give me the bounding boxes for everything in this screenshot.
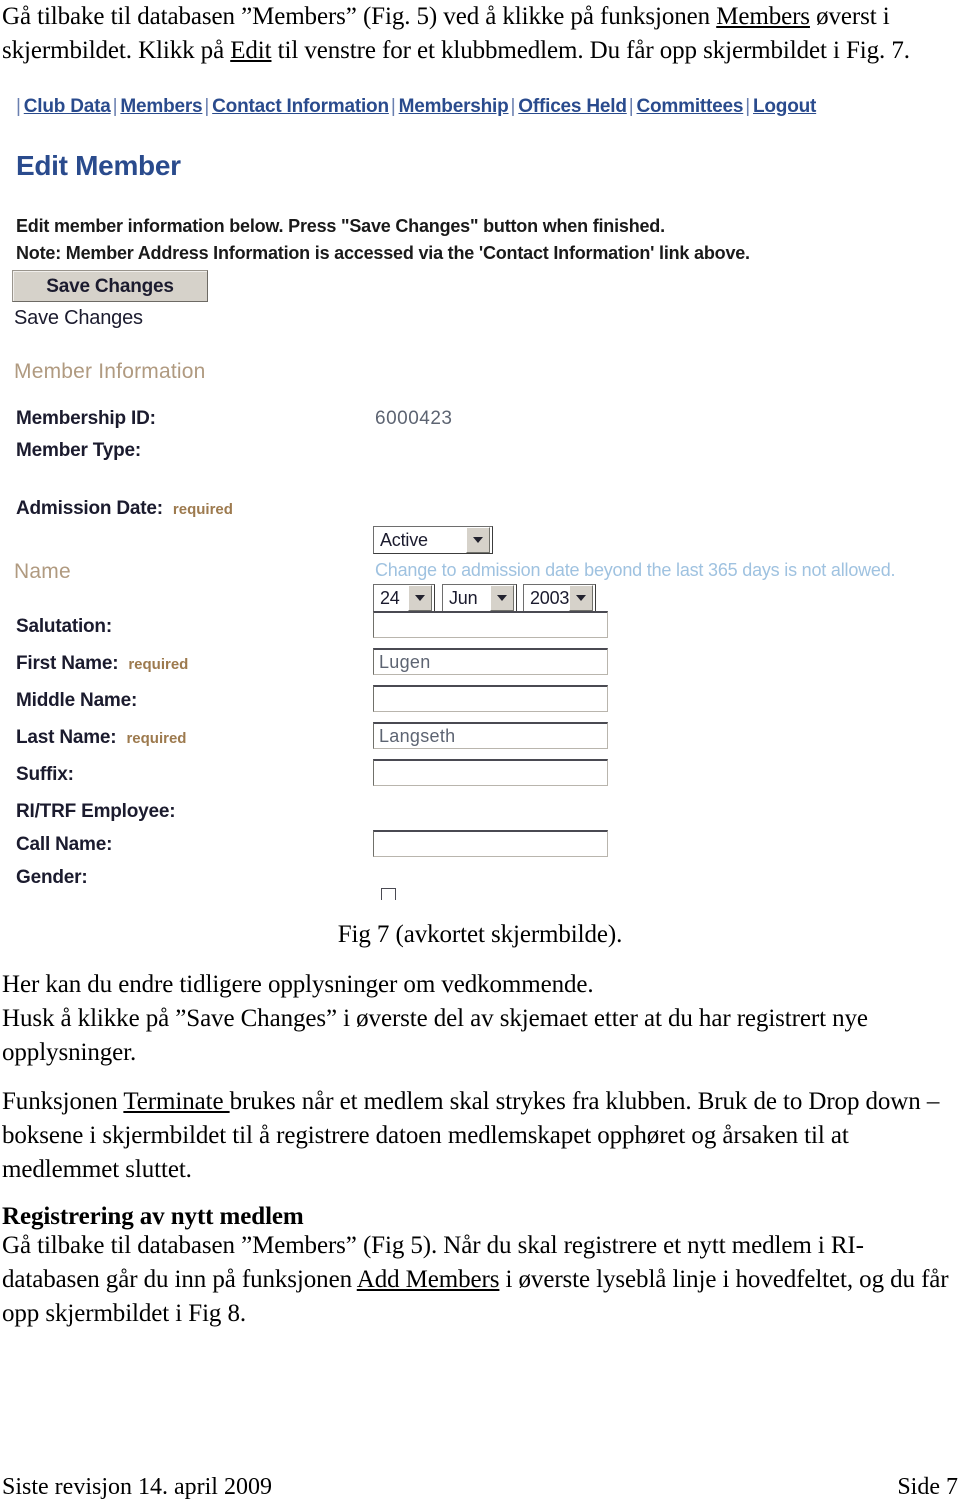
membership-id-label: Membership ID: bbox=[16, 408, 156, 429]
nav-link-club-data[interactable]: Club Data bbox=[24, 96, 111, 117]
middle-name-input[interactable] bbox=[373, 685, 608, 712]
admission-day-select[interactable]: 24 bbox=[373, 584, 435, 612]
body-2-text-part-1: Funksjonen bbox=[2, 1088, 124, 1115]
figure-7-screenshot: | Club Data | Members | Contact Information | M… bbox=[0, 88, 930, 900]
section-heading-name: Name bbox=[14, 560, 71, 583]
nav-link-membership[interactable]: Membership bbox=[399, 96, 509, 117]
intro-text-part-1: Gå tilbake til databasen ”Members” (Fig.… bbox=[2, 3, 717, 30]
save-changes-caption: Save Changes bbox=[14, 307, 143, 329]
admission-month-value: Jun bbox=[449, 587, 478, 608]
chevron-down-icon bbox=[408, 585, 432, 611]
nav-separator: | bbox=[390, 96, 396, 117]
first-name-required-tag: required bbox=[128, 656, 189, 673]
intro-text-part-3: til venstre for et klubbmedlem. Du får o… bbox=[271, 37, 910, 64]
gender-label: Gender: bbox=[16, 867, 88, 888]
nav-separator: | bbox=[16, 96, 21, 117]
nav-separator: | bbox=[628, 96, 634, 117]
admission-year-select[interactable]: 2003 bbox=[523, 584, 596, 612]
last-name-label-text: Last Name: bbox=[16, 727, 117, 748]
salutation-label: Salutation: bbox=[16, 616, 112, 637]
chevron-down-icon bbox=[490, 585, 514, 611]
body-paragraph-3: Gå tilbake til databasen ”Members” (Fig … bbox=[2, 1229, 958, 1331]
instruction-line-1: Edit member information below. Press "Sa… bbox=[16, 216, 665, 236]
add-members-link[interactable]: Add Members bbox=[357, 1266, 500, 1293]
admission-year-value: 2003 bbox=[530, 587, 569, 608]
save-changes-button[interactable]: Save Changes bbox=[12, 270, 208, 302]
suffix-label: Suffix: bbox=[16, 764, 74, 785]
nav-link-members[interactable]: Members bbox=[120, 96, 202, 117]
chevron-down-icon bbox=[466, 527, 490, 553]
page-title: Edit Member bbox=[16, 150, 181, 181]
terminate-link[interactable]: Terminate bbox=[123, 1088, 229, 1115]
body-paragraph-1: Her kan du endre tidligere opplysninger … bbox=[2, 971, 868, 1066]
first-name-label: First Name: required bbox=[16, 653, 188, 675]
nav-link-logout[interactable]: Logout bbox=[753, 96, 816, 117]
admission-day-value: 24 bbox=[380, 587, 400, 608]
nav-link-contact-information[interactable]: Contact Information bbox=[212, 96, 389, 117]
nav-link-committees[interactable]: Committees bbox=[637, 96, 744, 117]
section-heading-member-information: Member Information bbox=[14, 360, 206, 383]
nav-separator: | bbox=[204, 96, 210, 117]
suffix-input[interactable] bbox=[373, 759, 608, 786]
middle-name-label: Middle Name: bbox=[16, 690, 138, 711]
member-type-value: Active bbox=[380, 529, 428, 550]
footer-revision: Siste revisjon 14. april 2009 bbox=[2, 1474, 272, 1500]
admission-date-label: Admission Date: required bbox=[16, 498, 233, 520]
membership-id-value: 6000423 bbox=[375, 408, 453, 429]
nav-separator: | bbox=[510, 96, 516, 117]
admission-month-select[interactable]: Jun bbox=[442, 584, 517, 612]
nav-link-offices-held[interactable]: Offices Held bbox=[518, 96, 627, 117]
salutation-input[interactable] bbox=[373, 611, 608, 638]
instruction-note-line: Note: Member Address Information is acce… bbox=[16, 243, 750, 263]
admission-date-warning: Change to admission date beyond the last… bbox=[375, 560, 896, 580]
call-name-input[interactable] bbox=[373, 830, 608, 857]
last-name-input[interactable] bbox=[373, 722, 608, 749]
call-name-label: Call Name: bbox=[16, 834, 113, 855]
figure-caption: Fig 7 (avkortet skjermbilde). bbox=[337, 921, 623, 948]
ri-trf-employee-checkbox[interactable] bbox=[381, 888, 396, 900]
edit-link[interactable]: Edit bbox=[230, 37, 271, 64]
document-page: Gå tilbake til databasen ”Members” (Fig.… bbox=[0, 0, 960, 1509]
admission-date-label-text: Admission Date: bbox=[16, 498, 163, 519]
member-type-label: Member Type: bbox=[16, 440, 141, 461]
screenshot-navbar: | Club Data | Members | Contact Information | M… bbox=[14, 96, 816, 118]
member-type-select[interactable]: Active bbox=[373, 526, 493, 554]
first-name-input[interactable] bbox=[373, 648, 608, 675]
footer-page-number: Side 7 bbox=[897, 1474, 958, 1500]
chevron-down-icon bbox=[569, 585, 593, 611]
body-paragraph-2: Funksjonen Terminate brukes når et medle… bbox=[2, 1085, 958, 1187]
members-link-1[interactable]: Members bbox=[716, 3, 810, 30]
admission-date-required-tag: required bbox=[172, 501, 233, 518]
nav-separator: | bbox=[112, 96, 118, 117]
ri-trf-employee-label: RI/TRF Employee: bbox=[16, 801, 176, 822]
last-name-required-tag: required bbox=[126, 730, 187, 747]
intro-paragraph: Gå tilbake til databasen ”Members” (Fig.… bbox=[2, 0, 958, 68]
first-name-label-text: First Name: bbox=[16, 653, 119, 674]
page-footer: Siste revisjon 14. april 2009 Side 7 bbox=[2, 1474, 958, 1501]
nav-separator: | bbox=[745, 96, 750, 117]
last-name-label: Last Name: required bbox=[16, 727, 186, 749]
